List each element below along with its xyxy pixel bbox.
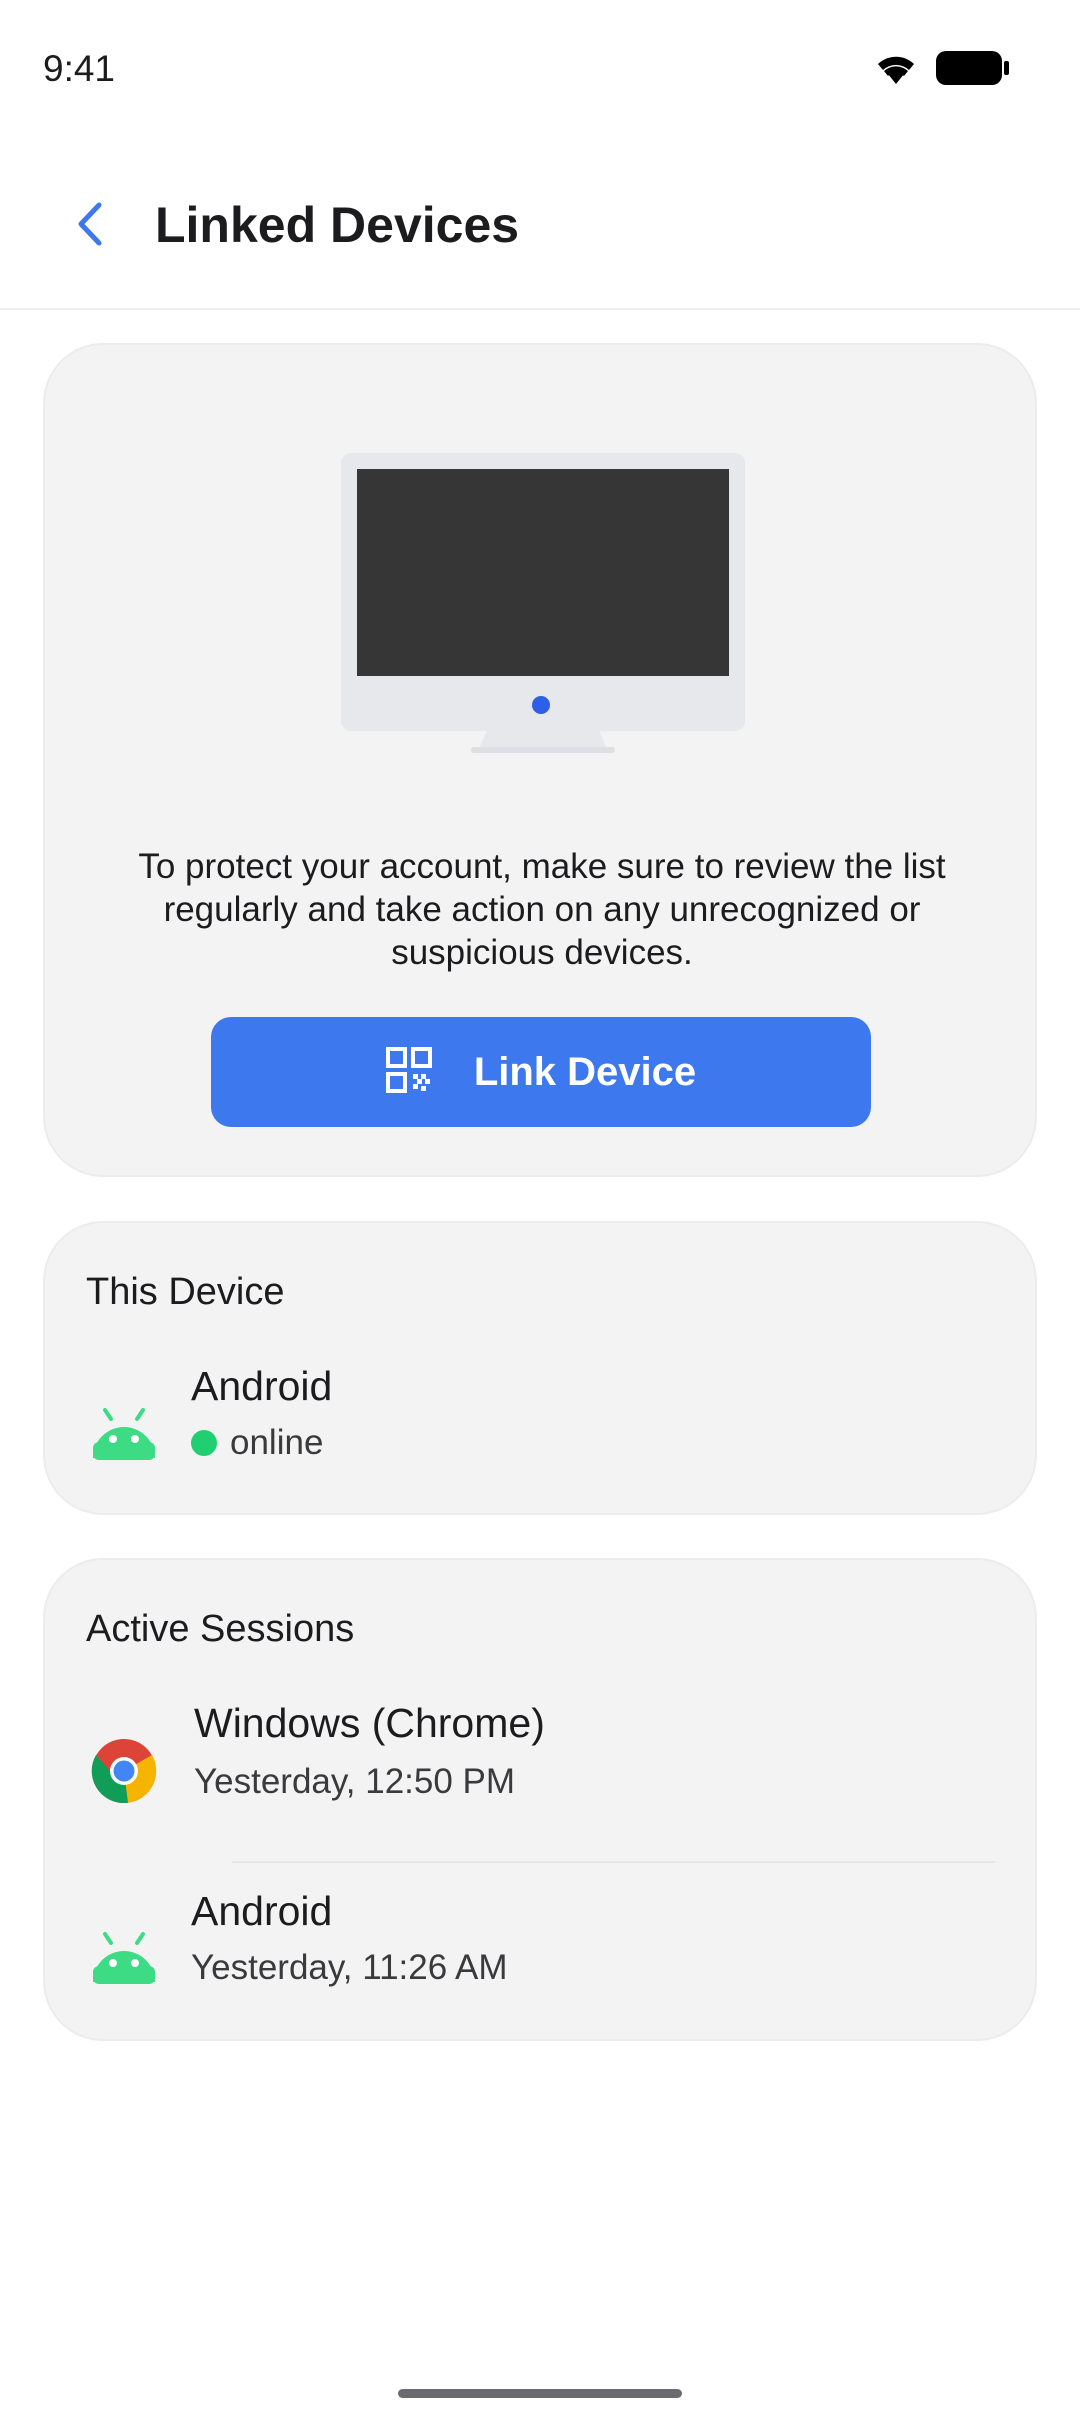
monitor-icon [341, 453, 745, 753]
home-indicator[interactable] [398, 2389, 682, 2398]
session-name: Android [191, 1888, 333, 1934]
status-time: 9:41 [43, 48, 116, 89]
active-sessions-title: Active Sessions [86, 1608, 355, 1650]
status-icons [874, 50, 1010, 91]
session-row[interactable]: Android Yesterday, 11:26 AM [45, 1888, 1035, 2028]
wifi-icon [874, 50, 918, 91]
session-name: Windows (Chrome) [194, 1700, 545, 1746]
active-sessions-card: Active Sessions Windows (Chrome) Yesterd… [43, 1558, 1037, 2041]
chevron-left-icon [73, 199, 107, 254]
this-device-row[interactable]: Android online [45, 1363, 1035, 1503]
back-button[interactable] [60, 196, 120, 256]
device-status: online [191, 1423, 323, 1463]
battery-icon [936, 51, 1010, 90]
device-name: Android [191, 1363, 333, 1409]
chrome-icon [89, 1736, 159, 1806]
security-description: To protect your account, make sure to re… [138, 847, 946, 972]
session-time: Yesterday, 11:26 AM [191, 1948, 508, 1987]
this-device-title: This Device [86, 1271, 285, 1313]
device-status-text: online [230, 1423, 324, 1462]
link-device-button[interactable]: Link Device [211, 1017, 871, 1127]
status-bar: 9:41 [0, 0, 1080, 140]
this-device-card: This Device Android online [43, 1221, 1037, 1515]
link-device-label: Link Device [473, 1049, 697, 1094]
page-title: Linked Devices [155, 197, 520, 253]
qr-code-icon [385, 1046, 432, 1098]
app-header: Linked Devices [0, 140, 1080, 310]
session-row[interactable]: Windows (Chrome) Yesterday, 12:50 PM [45, 1700, 1035, 1840]
android-icon [89, 1398, 159, 1468]
link-device-card: To protect your account, make sure to re… [43, 343, 1037, 1177]
android-icon [89, 1922, 159, 1992]
online-status-dot [191, 1430, 217, 1456]
session-time: Yesterday, 12:50 PM [194, 1762, 516, 1801]
session-divider [232, 1861, 995, 1863]
